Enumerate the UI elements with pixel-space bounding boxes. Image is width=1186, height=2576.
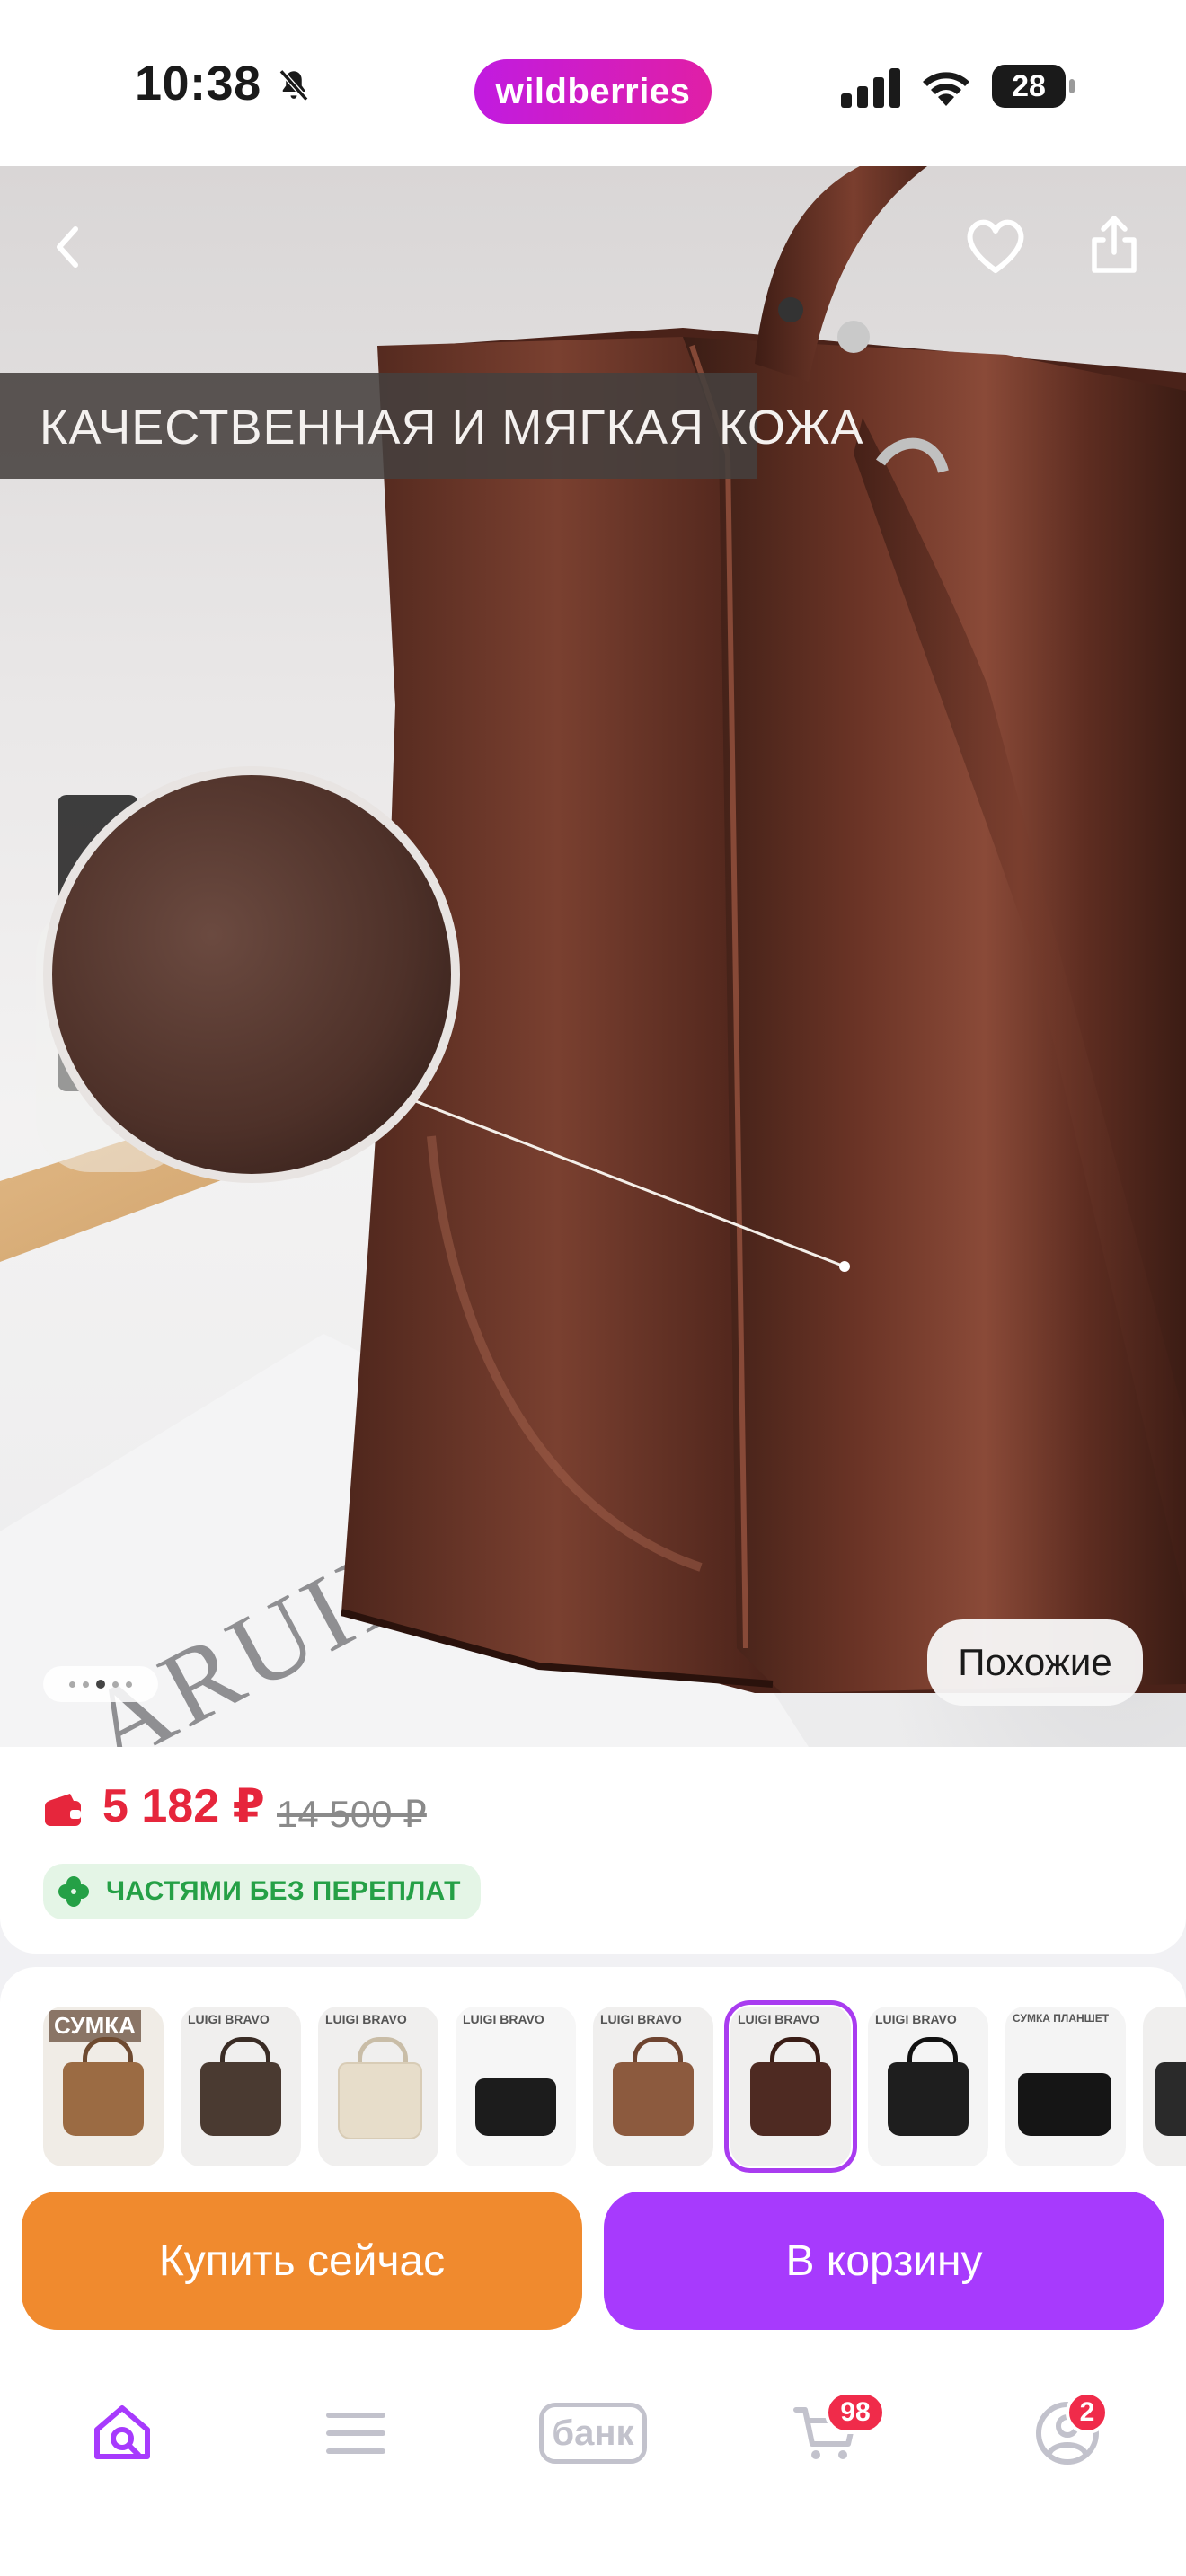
home-search-icon (94, 2405, 150, 2459)
page-dot (126, 1681, 132, 1688)
bank-icon: банк (539, 2403, 647, 2464)
thumbnail-label: LUIGI BRAVO (600, 2012, 682, 2026)
status-bar: 10:38 wildberries 28 (0, 0, 1186, 166)
thumbnail-selected[interactable]: LUIGI BRAVO (724, 2000, 857, 2173)
clover-icon (58, 1876, 89, 1907)
favorite-heart-icon[interactable] (960, 211, 1031, 283)
thumbnail-label: LUIGI BRAVO (463, 2012, 544, 2026)
thumbnail-label: СУМКА ПЛАНШЕТ (1013, 2012, 1110, 2025)
promo-banner-text: КАЧЕСТВЕННАЯ И МЯГКАЯ КОЖА (40, 401, 864, 454)
nav-home[interactable] (68, 2384, 176, 2483)
nav-cart[interactable]: 98 (773, 2384, 886, 2483)
current-price: 5 182 ₽ (102, 1780, 265, 1832)
thumbnail[interactable]: LUIGI BRAVO (593, 2007, 713, 2166)
profile-notification-badge: 2 (1066, 2391, 1109, 2434)
back-icon[interactable] (32, 211, 104, 283)
nav-profile[interactable]: 2 (1013, 2384, 1121, 2483)
promo-banner: КАЧЕСТВЕННАЯ И МЯГКАЯ КОЖА (0, 373, 863, 479)
thumbnail-label: LUIGI BRAVO (875, 2012, 957, 2026)
battery-icon: 28 (992, 65, 1075, 108)
thumbnail[interactable] (1143, 2007, 1186, 2166)
similar-button[interactable]: Похожие (927, 1619, 1143, 1706)
bell-off-icon (279, 69, 309, 101)
product-image-gallery[interactable]: ARUILAN PRES КАЧЕСТВЕННАЯ И МЯГКАЯ КОЖА (0, 166, 1186, 1747)
thumbnail[interactable]: LUIGI BRAVO (318, 2007, 438, 2166)
thumbnail[interactable]: LUIGI BRAVO (456, 2007, 576, 2166)
thumbnail[interactable]: СУМКА ПЛАНШЕТ (1005, 2007, 1126, 2166)
installment-label: ЧАСТЯМИ БЕЗ ПЕРЕПЛАТ (106, 1876, 461, 1906)
thumbnail-label: LUIGI BRAVO (325, 2012, 407, 2026)
purchase-actions: Купить сейчас В корзину (0, 2174, 1186, 2353)
thumbnail[interactable]: LUIGI BRAVO (181, 2007, 301, 2166)
thumbnail[interactable]: LUIGI BRAVO (868, 2007, 988, 2166)
image-page-indicator (43, 1666, 158, 1702)
nav-catalog[interactable] (302, 2384, 410, 2483)
status-time: 10:38 (135, 57, 261, 110)
share-icon[interactable] (1078, 209, 1150, 281)
add-to-cart-button[interactable]: В корзину (604, 2192, 1164, 2330)
thumbnail-label: LUIGI BRAVO (188, 2012, 270, 2026)
page-dot (83, 1681, 89, 1688)
cart-count-badge: 98 (825, 2391, 886, 2434)
nav-bank[interactable]: банк (539, 2384, 647, 2483)
price-section: 5 182 ₽ 14 500 ₽ ЧАСТЯМИ БЕЗ ПЕРЕПЛАТ (0, 1747, 1186, 1954)
thumbnail[interactable]: СУМКА (43, 2007, 164, 2166)
wallet-icon (45, 1794, 81, 1826)
wifi-icon (923, 72, 969, 106)
page-dot (69, 1681, 75, 1688)
page-dot (112, 1681, 119, 1688)
thumbnail-label: LUIGI BRAVO (738, 2012, 819, 2026)
bottom-navigation: банк 98 2 (0, 2353, 1186, 2576)
buy-now-button[interactable]: Купить сейчас (22, 2192, 582, 2330)
battery-level: 28 (992, 65, 1066, 108)
thumbnail-label: СУМКА (49, 2010, 141, 2042)
menu-icon (326, 2413, 385, 2454)
page-dot-active (96, 1680, 105, 1689)
installment-badge[interactable]: ЧАСТЯМИ БЕЗ ПЕРЕПЛАТ (43, 1864, 481, 1919)
product-thumbnails[interactable]: СУМКА LUIGI BRAVO LUIGI BRAVO LUIGI BRAV… (0, 1967, 1186, 2192)
bank-label: банк (552, 2413, 634, 2453)
brand-logo: wildberries (474, 59, 712, 124)
old-price: 14 500 ₽ (277, 1793, 427, 1835)
signal-icon (841, 68, 900, 108)
